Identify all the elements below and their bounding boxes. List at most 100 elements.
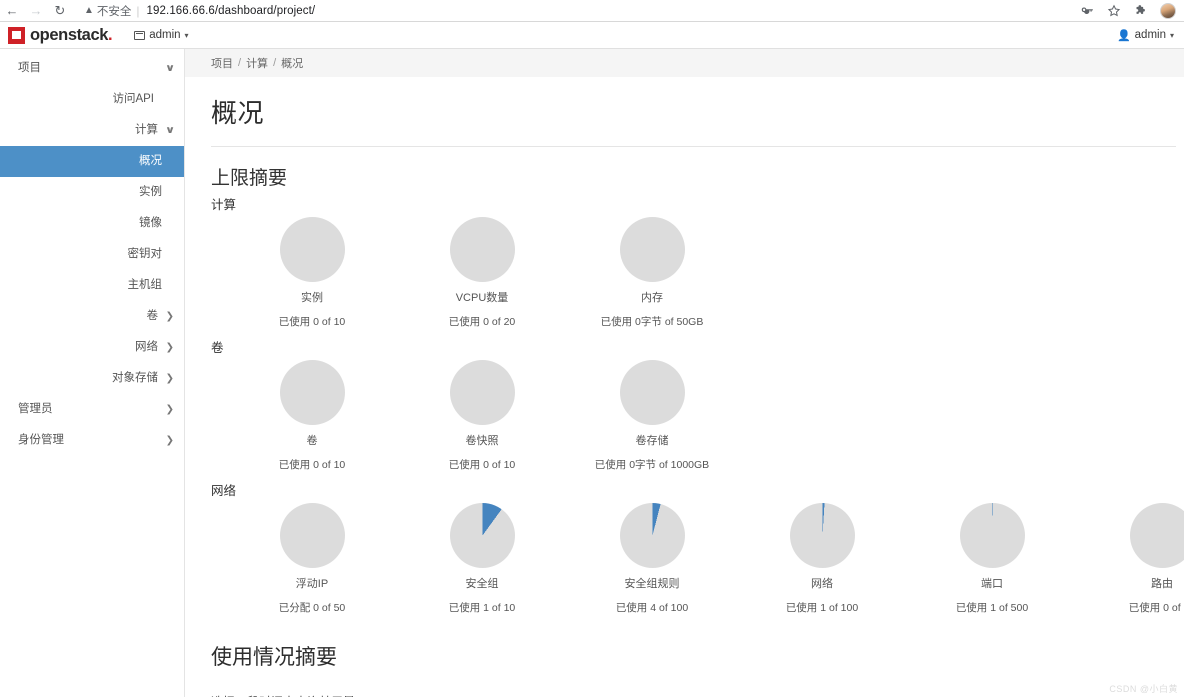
quota-section-title-2: 网络 bbox=[211, 484, 237, 498]
sidebar-item-label: 镜像 bbox=[139, 216, 162, 229]
sidebar-item-9[interactable]: 网络 ❯ bbox=[0, 332, 184, 363]
quota-chart-2-4: 端口 已使用 1 of 500 bbox=[917, 503, 1067, 615]
quota-chart-0-2: 内存 已使用 0字节 of 50GB bbox=[577, 217, 727, 329]
pie-chart bbox=[619, 360, 685, 425]
key-icon[interactable] bbox=[1079, 3, 1094, 18]
sidebar-item-0[interactable]: 项目 ∨ bbox=[0, 53, 184, 84]
reload-icon[interactable]: ↻ bbox=[48, 0, 72, 22]
sidebar-item-label: 身份管理 bbox=[18, 433, 64, 446]
sidebar-item-12[interactable]: 身份管理 ❯ bbox=[0, 425, 184, 456]
sidebar-item-1[interactable]: 访问API bbox=[0, 84, 184, 115]
project-switcher[interactable]: admin ▾ bbox=[134, 29, 189, 41]
pie-chart-label: 卷存储 bbox=[635, 435, 669, 447]
pie-chart-usage: 已使用 0 of 20 bbox=[448, 316, 516, 329]
quota-chart-row-2: 浮动IP 已分配 0 of 50 安全组已使用 1 of 10 安全组规则 已使用 4 … bbox=[185, 503, 1184, 621]
star-icon[interactable] bbox=[1106, 3, 1121, 18]
pie-chart-usage: 已使用 0字节 of 1000GB bbox=[594, 459, 710, 472]
address-url: 192.166.66.6/dashboard/project/ bbox=[146, 4, 316, 17]
chevron-down-icon: ∨ bbox=[164, 125, 176, 136]
sidebar-item-label: 项目 bbox=[18, 61, 41, 74]
usage-summary-title: 使用情况摘要 bbox=[211, 646, 337, 669]
chevron-right-icon: ❯ bbox=[165, 342, 174, 353]
user-menu[interactable]: 👤 admin ▾ bbox=[1117, 29, 1174, 42]
sidebar-item-10[interactable]: 对象存储 ❯ bbox=[0, 363, 184, 394]
pie-chart-label: 安全组规则 bbox=[624, 578, 680, 590]
quota-chart-0-0: 实例 已使用 0 of 10 bbox=[237, 217, 387, 329]
breadcrumb-item-1[interactable]: 计算 bbox=[246, 55, 268, 71]
address-separator: | bbox=[136, 3, 140, 18]
sidebar-item-8[interactable]: 卷 ❯ bbox=[0, 301, 184, 332]
quota-chart-1-0: 卷已使用 0 of 10 bbox=[237, 360, 387, 472]
sidebar-item-label: 卷 bbox=[146, 309, 159, 322]
pie-chart-label: 安全组 bbox=[465, 578, 499, 590]
pie-chart-label: 路由 bbox=[1151, 578, 1173, 590]
openstack-logo[interactable]: openstack. bbox=[8, 25, 113, 44]
user-icon: 👤 bbox=[1116, 29, 1131, 42]
chevron-down-icon: ▾ bbox=[184, 30, 189, 40]
quota-chart-sections: 计算 实例 已使用 0 of 10 VCPU数量 已使用 0 of 20 内存 已使用 0字… bbox=[185, 192, 1184, 621]
sidebar-item-5[interactable]: 镜像 bbox=[0, 208, 184, 239]
chevron-right-icon: ❯ bbox=[165, 373, 174, 384]
openstack-logo-icon bbox=[8, 26, 25, 44]
pie-chart-label: VCPU数量 bbox=[455, 292, 509, 304]
page-title: 概况 bbox=[211, 98, 265, 128]
chevron-down-icon-user: ▾ bbox=[1169, 30, 1174, 40]
quota-chart-2-0: 浮动IP 已分配 0 of 50 bbox=[237, 503, 387, 615]
openstack-topbar: openstack. admin ▾ 👤 admin ▾ bbox=[0, 22, 1184, 49]
sidebar-item-label: 计算 bbox=[135, 123, 158, 136]
pie-chart bbox=[619, 503, 685, 568]
breadcrumb: 项目 / 计算 / 概况 bbox=[185, 49, 1184, 77]
openstack-logo-text: openstack. bbox=[30, 25, 113, 44]
pie-chart-usage: 已使用 1 of 10 bbox=[448, 602, 516, 615]
sidebar-item-label: 实例 bbox=[139, 185, 162, 198]
pie-chart bbox=[279, 503, 345, 568]
sidebar-item-4[interactable]: 实例 bbox=[0, 177, 184, 208]
sidebar-item-7[interactable]: 主机组 bbox=[0, 270, 184, 301]
sidebar-item-label: 对象存储 bbox=[112, 371, 158, 384]
pie-chart-usage: 已使用 0字节 of 50GB bbox=[600, 316, 704, 329]
pie-chart-usage: 已使用 0 of 10 bbox=[278, 459, 346, 472]
breadcrumb-item-2: 概况 bbox=[281, 58, 304, 70]
quota-chart-row-0: 实例 已使用 0 of 10 VCPU数量 已使用 0 of 20 内存 已使用 0字节 … bbox=[185, 217, 1184, 335]
pie-chart-label: 实例 bbox=[301, 292, 323, 304]
pie-chart bbox=[1129, 503, 1184, 568]
sidebar-item-label: 访问API bbox=[112, 92, 154, 105]
user-menu-label: admin bbox=[1134, 29, 1166, 41]
pie-chart-usage: 已使用 0 of 10 bbox=[1128, 602, 1184, 615]
main-content: 项目 / 计算 / 概况 概况 上限摘要 计算 实例 已使用 0 of 10 VCPU数量 已使… bbox=[185, 49, 1184, 697]
back-icon[interactable]: ← bbox=[0, 0, 24, 22]
browser-toolbar: ← → ↻ ▲ 不安全 | 192.166.66.6/dashboard/pro… bbox=[0, 0, 1184, 22]
pie-chart-label: 浮动IP bbox=[295, 578, 329, 590]
sidebar-item-label: 主机组 bbox=[127, 278, 163, 291]
watermark: CSDN @小白黄 bbox=[1109, 684, 1178, 694]
pie-chart bbox=[449, 360, 515, 425]
browser-actions bbox=[1079, 2, 1184, 19]
project-switcher-label: admin bbox=[149, 29, 181, 41]
sidebar: 项目 ∨ 访问API 计算 ∨ 概况 实例 镜像 密钥对 主机组卷 ❯ 网络 ❯ 对象存储 ❯ 管理员 ❯ 身份管… bbox=[0, 49, 185, 697]
quota-chart-1-2: 卷存储已使用 0字节 of 1000GB bbox=[577, 360, 727, 472]
puzzle-piece-icon[interactable] bbox=[1133, 3, 1148, 18]
profile-avatar[interactable] bbox=[1160, 2, 1176, 19]
forward-icon[interactable]: → bbox=[24, 0, 48, 22]
quota-chart-2-5: 路由已使用 0 of 10 bbox=[1087, 503, 1184, 615]
sidebar-item-label: 密钥对 bbox=[127, 247, 163, 260]
pie-chart-label: 卷快照 bbox=[465, 435, 499, 447]
pie-chart-label: 端口 bbox=[981, 578, 1003, 590]
warning-triangle-icon: ▲ bbox=[84, 5, 94, 16]
sidebar-item-label: 概况 bbox=[139, 154, 162, 167]
address-bar[interactable]: ▲ 不安全 | 192.166.66.6/dashboard/project/ bbox=[78, 2, 1079, 20]
quota-chart-2-2: 安全组规则 已使用 4 of 100 bbox=[577, 503, 727, 615]
sidebar-item-3[interactable]: 概况 bbox=[0, 146, 184, 177]
sidebar-item-6[interactable]: 密钥对 bbox=[0, 239, 184, 270]
sidebar-item-11[interactable]: 管理员 ❯ bbox=[0, 394, 184, 425]
sidebar-item-2[interactable]: 计算 ∨ bbox=[0, 115, 184, 146]
breadcrumb-item-0[interactable]: 项目 bbox=[211, 55, 233, 71]
breadcrumb-separator: / bbox=[273, 57, 277, 69]
pie-chart bbox=[959, 503, 1025, 568]
sidebar-item-label: 管理员 bbox=[18, 402, 53, 415]
logo-dot: . bbox=[108, 25, 113, 44]
pie-chart-label: 卷 bbox=[306, 435, 318, 447]
quota-chart-2-3: 网络 已使用 1 of 100 bbox=[747, 503, 897, 615]
chevron-right-icon: ❯ bbox=[165, 435, 174, 446]
pie-chart-usage: 已分配 0 of 50 bbox=[278, 602, 346, 615]
